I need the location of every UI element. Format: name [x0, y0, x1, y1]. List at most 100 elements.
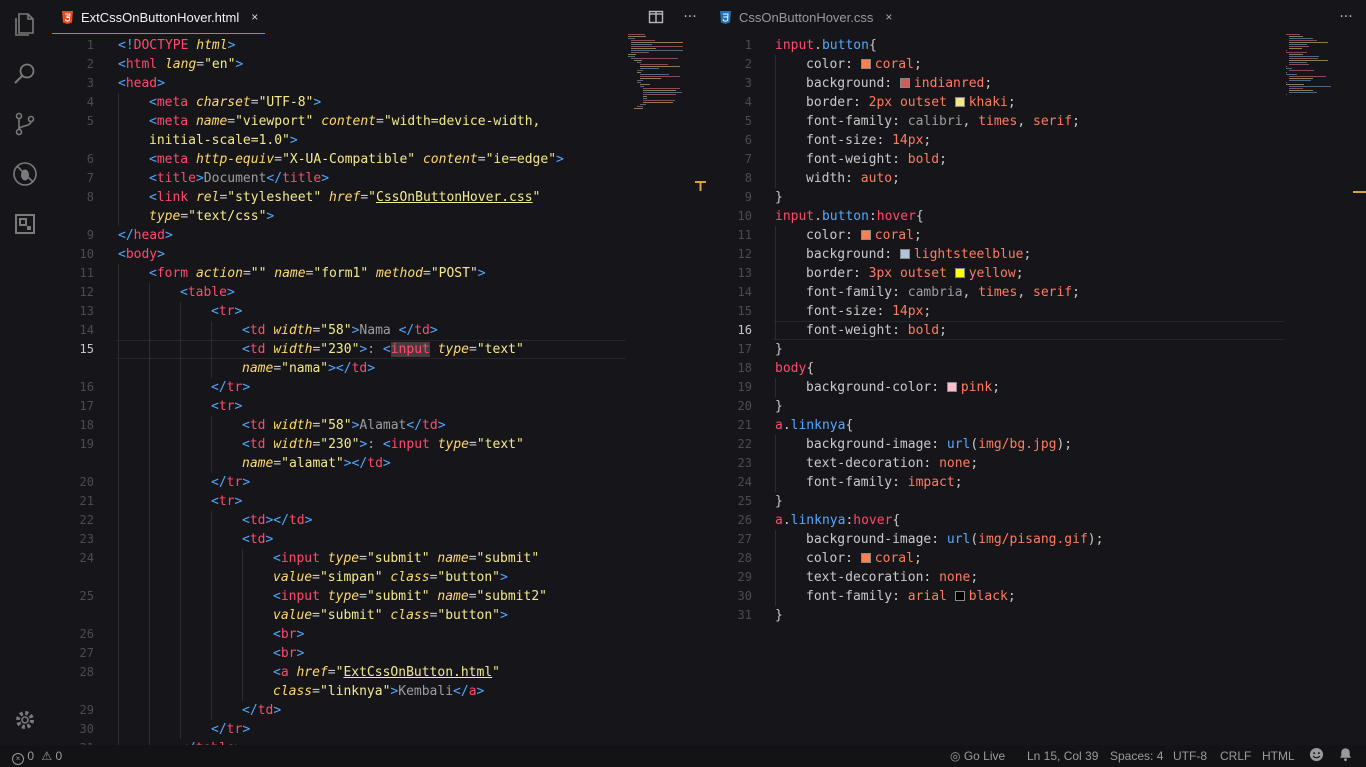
line-number: 18	[737, 361, 752, 375]
code-line[interactable]: background-color: pink;	[806, 378, 1000, 397]
code-line[interactable]: <title>Document</title>	[149, 169, 329, 188]
code-line[interactable]: body{	[775, 359, 814, 378]
code-line[interactable]: font-weight: bold;	[806, 321, 947, 340]
code-line[interactable]: font-family: impact;	[806, 473, 963, 492]
code-line[interactable]: }	[775, 492, 783, 511]
code-line[interactable]: background-image: url(img/pisang.gif);	[806, 530, 1103, 549]
tab-close-icon[interactable]: ×	[251, 10, 258, 24]
code-line[interactable]: <td></td>	[242, 511, 312, 530]
tab-html-file[interactable]: ExtCssOnButtonHover.html ×	[62, 0, 258, 34]
split-editor-icon[interactable]	[648, 9, 664, 25]
code-line[interactable]: color: coral;	[806, 549, 922, 568]
code-line[interactable]: color: coral;	[806, 226, 922, 245]
tab-close-icon[interactable]: ×	[885, 10, 892, 24]
minimap-right[interactable]	[1286, 34, 1344, 124]
code-line[interactable]: background: lightsteelblue;	[806, 245, 1031, 264]
code-line[interactable]: value="simpan" class="button">	[273, 568, 508, 587]
minimap-line	[631, 58, 679, 59]
code-line[interactable]: </head>	[118, 226, 173, 245]
code-line[interactable]: <a href="ExtCssOnButton.html"	[273, 663, 500, 682]
code-line[interactable]: <form action="" name="form1" method="POS…	[149, 264, 486, 283]
code-line[interactable]: font-family: calibri, times, serif;	[806, 112, 1080, 131]
line-number: 5	[86, 114, 94, 128]
code-line[interactable]: input.button{	[775, 36, 877, 55]
code-line[interactable]: <br>	[273, 625, 304, 644]
code-line[interactable]: <input type="submit" name="submit"	[273, 549, 539, 568]
code-line[interactable]: <meta http-equiv="X-UA-Compatible" conte…	[149, 150, 564, 169]
settings-gear-icon[interactable]	[11, 706, 39, 734]
code-line[interactable]: }	[775, 397, 783, 416]
code-line[interactable]: <tr>	[211, 302, 242, 321]
code-line[interactable]: <td width="58">Alamat</td>	[242, 416, 446, 435]
errors-indicator[interactable]: × 0 ⚠ 0	[12, 749, 62, 765]
code-line[interactable]: }	[775, 606, 783, 625]
search-icon[interactable]	[11, 60, 39, 88]
code-line[interactable]: type="text/css">	[149, 207, 274, 226]
code-line[interactable]: <tr>	[211, 397, 242, 416]
code-line[interactable]: background-image: url(img/bg.jpg);	[806, 435, 1072, 454]
code-line[interactable]: color: coral;	[806, 55, 922, 74]
code-line[interactable]: <meta name="viewport" content="width=dev…	[149, 112, 540, 131]
code-line[interactable]: a.linknya{	[775, 416, 853, 435]
code-line[interactable]: value="submit" class="button">	[273, 606, 508, 625]
code-line[interactable]: }	[775, 340, 783, 359]
code-line[interactable]: font-size: 14px;	[806, 131, 931, 150]
more-actions-icon[interactable]: ···	[1338, 9, 1354, 25]
code-line[interactable]: font-size: 14px;	[806, 302, 931, 321]
code-line[interactable]: <table>	[180, 283, 235, 302]
extensions-icon[interactable]	[11, 210, 39, 238]
code-line[interactable]: name="nama"></td>	[242, 359, 375, 378]
feedback-smiley-icon[interactable]	[1309, 747, 1324, 765]
code-line[interactable]: <!DOCTYPE html>	[118, 36, 235, 55]
code-line[interactable]: <tr>	[211, 492, 242, 511]
indent-guide	[149, 511, 150, 530]
code-line[interactable]: <br>	[273, 644, 304, 663]
code-line[interactable]: class="linknya">Kembali</a>	[273, 682, 484, 701]
code-line[interactable]: </td>	[242, 701, 281, 720]
code-line[interactable]: <td width="230">: <input type="text"	[242, 435, 524, 454]
minimap-left[interactable]	[628, 34, 686, 124]
code-line[interactable]: <meta charset="UTF-8">	[149, 93, 321, 112]
code-line[interactable]: a.linknya:hover{	[775, 511, 900, 530]
code-line[interactable]: </tr>	[211, 378, 250, 397]
code-line[interactable]: background: indianred;	[806, 74, 992, 93]
code-line[interactable]: <input type="submit" name="submit2"	[273, 587, 547, 606]
code-line[interactable]: text-decoration: none;	[806, 568, 978, 587]
code-line[interactable]: input.button:hover{	[775, 207, 924, 226]
language-mode[interactable]: HTML	[1262, 749, 1295, 763]
code-line[interactable]: <td width="58">Nama </td>	[242, 321, 438, 340]
code-line[interactable]: <link rel="stylesheet" href="CssOnButton…	[149, 188, 540, 207]
code-line[interactable]: initial-scale=1.0">	[149, 131, 298, 150]
code-line[interactable]: }	[775, 188, 783, 207]
go-live-button[interactable]: ◎ Go Live	[950, 749, 1005, 763]
indentation[interactable]: Spaces: 4	[1110, 749, 1163, 763]
source-control-icon[interactable]	[11, 110, 39, 138]
debug-icon[interactable]	[11, 160, 39, 188]
indent-guide	[211, 340, 212, 359]
code-line[interactable]: border: 3px outset yellow;	[806, 264, 1024, 283]
code-line[interactable]: <head>	[118, 74, 165, 93]
encoding[interactable]: UTF-8	[1173, 749, 1207, 763]
code-line[interactable]: name="alamat"></td>	[242, 454, 391, 473]
more-actions-icon[interactable]: ···	[682, 9, 698, 25]
code-line[interactable]: <td width="230">: <input type="text"	[242, 340, 524, 359]
code-line[interactable]: font-weight: bold;	[806, 150, 947, 169]
code-line[interactable]: border: 2px outset khaki;	[806, 93, 1016, 112]
code-line[interactable]: </tr>	[211, 473, 250, 492]
line-ending[interactable]: CRLF	[1220, 749, 1251, 763]
line-number: 11	[79, 266, 94, 280]
explorer-icon[interactable]	[11, 10, 39, 38]
code-line[interactable]: </tr>	[211, 720, 250, 739]
code-line[interactable]: font-family: arial black;	[806, 587, 1016, 606]
code-line[interactable]: <body>	[118, 245, 165, 264]
code-line[interactable]: <html lang="en">	[118, 55, 243, 74]
notifications-bell-icon[interactable]	[1338, 747, 1353, 765]
code-line[interactable]: width: auto;	[806, 169, 900, 188]
code-line[interactable]: font-family: cambria, times, serif;	[806, 283, 1080, 302]
cursor-position[interactable]: Ln 15, Col 39	[1027, 749, 1098, 763]
code-line[interactable]: <td>	[242, 530, 273, 549]
tab-css-file[interactable]: CssOnButtonHover.css ×	[720, 0, 892, 34]
line-number: 14	[737, 285, 752, 299]
code-line[interactable]: text-decoration: none;	[806, 454, 978, 473]
minimap-line	[1289, 38, 1314, 39]
